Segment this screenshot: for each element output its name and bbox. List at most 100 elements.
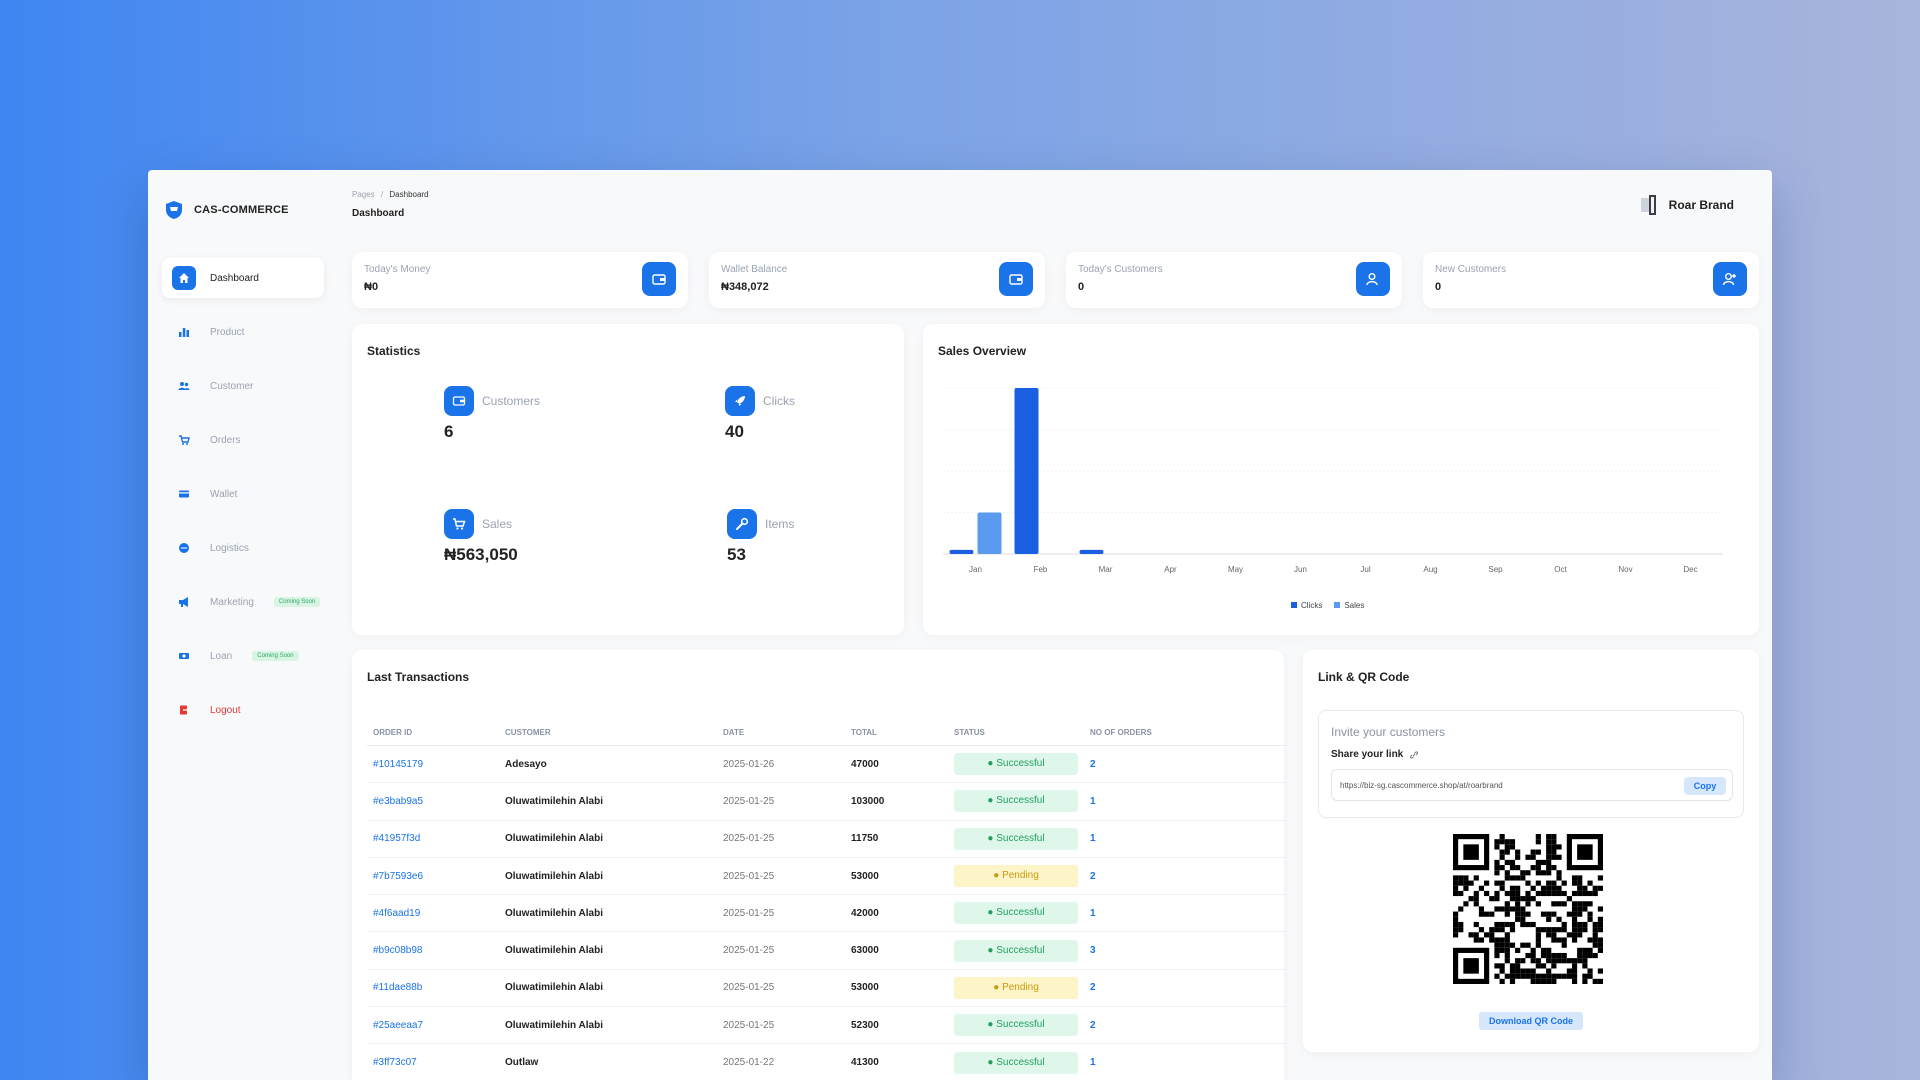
qr-module xyxy=(1582,952,1588,959)
order-id-link[interactable]: #e3bab9a5 xyxy=(367,782,499,821)
table-row[interactable]: #11dae88b Oluwatimilehin Alabi 2025-01-25 5… xyxy=(367,969,1287,1008)
table-row[interactable]: #4f6aad19 Oluwatimilehin Alabi 2025-01-25 4… xyxy=(367,894,1287,933)
qr-module xyxy=(1520,958,1526,964)
x-tick-label: Mar xyxy=(1099,565,1113,574)
status-cell: ● Successful xyxy=(948,894,1084,933)
qr-module xyxy=(1525,901,1531,907)
status-badge: ● Successful xyxy=(954,790,1078,813)
breadcrumb-parent[interactable]: Pages xyxy=(352,190,375,199)
qr-module xyxy=(1546,952,1552,959)
x-tick-label: Dec xyxy=(1683,565,1697,574)
qr-module xyxy=(1489,911,1495,917)
download-qr-button[interactable]: Download QR Code xyxy=(1479,1012,1583,1030)
qr-module xyxy=(1515,885,1521,891)
order-total: 53000 xyxy=(845,857,948,896)
sidebar-item-product[interactable]: Product xyxy=(162,312,324,352)
qr-module xyxy=(1571,890,1578,897)
qr-module xyxy=(1551,901,1557,907)
order-count: 3 xyxy=(1084,931,1287,970)
table-row[interactable]: #10145179 Adesayo 2025-01-26 47000 ● Success… xyxy=(367,745,1287,784)
order-id-link[interactable]: #11dae88b xyxy=(367,969,499,1008)
table-row[interactable]: #b9c08b98 Oluwatimilehin Alabi 2025-01-25 6… xyxy=(367,931,1287,970)
qr-module xyxy=(1509,890,1516,897)
sidebar-item-customer[interactable]: Customer xyxy=(162,366,324,406)
qr-module xyxy=(1577,880,1583,886)
sidebar-item-wallet[interactable]: Wallet xyxy=(162,474,324,514)
chart-legend: Clicks Sales xyxy=(1291,601,1364,610)
order-id-link[interactable]: #b9c08b98 xyxy=(367,931,499,970)
qr-module xyxy=(1551,854,1557,860)
order-id-link[interactable]: #7b7593e6 xyxy=(367,857,499,896)
qr-module xyxy=(1525,854,1531,860)
qr-module xyxy=(1484,932,1490,938)
qr-module xyxy=(1504,844,1510,850)
order-id-link[interactable]: #3ff73c07 xyxy=(367,1043,499,1080)
qr-module xyxy=(1473,921,1479,928)
table-row[interactable]: #41957f3d Oluwatimilehin Alabi 2025-01-25 1… xyxy=(367,820,1287,858)
sidebar-item-loan[interactable]: Loan Coming Soon xyxy=(162,636,324,676)
order-total: 52300 xyxy=(845,1006,948,1045)
brand[interactable]: CAS-COMMERCE xyxy=(164,200,289,220)
qr-module xyxy=(1546,839,1552,845)
brand-name: CAS-COMMERCE xyxy=(194,204,289,216)
qr-module xyxy=(1515,916,1521,922)
order-count: 1 xyxy=(1084,1043,1287,1080)
sidebar-item-marketing[interactable]: Marketing Coming Soon xyxy=(162,582,324,622)
qr-module xyxy=(1556,952,1562,959)
qr-module xyxy=(1515,911,1521,917)
customer-name: Oluwatimilehin Alabi xyxy=(499,931,717,970)
qr-module xyxy=(1473,932,1479,938)
qr-module xyxy=(1458,875,1464,881)
qr-module xyxy=(1546,958,1552,964)
qr-module xyxy=(1494,963,1500,969)
qr-module xyxy=(1530,896,1536,902)
qr-module xyxy=(1478,885,1485,891)
qr-module xyxy=(1499,927,1505,933)
sidebar-item-dashboard[interactable]: Dashboard xyxy=(162,258,324,298)
qr-module xyxy=(1551,973,1557,979)
sidebar-item-orders[interactable]: Orders xyxy=(162,420,324,460)
bar-clicks[interactable] xyxy=(1079,549,1104,554)
qr-module xyxy=(1504,875,1510,881)
order-id-link[interactable]: #4f6aad19 xyxy=(367,894,499,933)
stat-value: 0 xyxy=(1435,281,1442,293)
order-id-link[interactable]: #25aeeaa7 xyxy=(367,1006,499,1045)
legend-item-clicks[interactable]: Clicks xyxy=(1291,601,1322,610)
share-link-field[interactable]: https://biz-sg.cascommerce.shop/at/roarb… xyxy=(1331,769,1733,801)
qr-module xyxy=(1546,834,1552,840)
qr-module xyxy=(1587,901,1593,907)
table-row[interactable]: #3ff73c07 Outlaw 2025-01-22 41300 ● Successf… xyxy=(367,1043,1287,1080)
status-cell: ● Successful xyxy=(948,1006,1084,1045)
qr-module xyxy=(1561,952,1567,959)
qr-module xyxy=(1566,896,1572,902)
table-row[interactable]: #7b7593e6 Oluwatimilehin Alabi 2025-01-25 5… xyxy=(367,857,1287,896)
qr-module xyxy=(1571,911,1578,917)
user-menu[interactable]: Roar Brand xyxy=(1639,194,1734,216)
legend-item-sales[interactable]: Sales xyxy=(1334,601,1364,610)
qr-module xyxy=(1556,870,1562,876)
stat-card-todays-customers: Today's Customers 0 xyxy=(1066,252,1402,308)
bar-clicks[interactable] xyxy=(1014,388,1039,554)
qr-module xyxy=(1546,911,1552,917)
bar-clicks[interactable] xyxy=(949,549,974,554)
qr-module xyxy=(1504,958,1510,964)
bar-sales[interactable] xyxy=(977,512,1002,555)
metric-sales: Sales ₦563,050 xyxy=(444,509,518,565)
table-row[interactable]: #e3bab9a5 Oluwatimilehin Alabi 2025-01-25 1… xyxy=(367,782,1287,821)
sidebar-item-logistics[interactable]: Logistics xyxy=(162,528,324,568)
order-id-link[interactable]: #41957f3d xyxy=(367,820,499,858)
qr-module xyxy=(1571,963,1578,969)
sidebar-item-logout[interactable]: Logout xyxy=(162,690,324,730)
status-text: Successful xyxy=(996,758,1045,770)
customer-name: Oluwatimilehin Alabi xyxy=(499,1006,717,1045)
link-icon xyxy=(1410,750,1419,759)
copy-button[interactable]: Copy xyxy=(1684,777,1726,795)
qr-module xyxy=(1571,880,1578,886)
stat-label: New Customers xyxy=(1435,264,1507,275)
table-row[interactable]: #25aeeaa7 Oluwatimilehin Alabi 2025-01-25 5… xyxy=(367,1006,1287,1045)
x-tick-label: Apr xyxy=(1164,565,1177,574)
order-id-link[interactable]: #10145179 xyxy=(367,745,499,784)
qr-module xyxy=(1489,896,1495,902)
qr-module xyxy=(1525,921,1531,928)
qr-module xyxy=(1530,849,1536,855)
